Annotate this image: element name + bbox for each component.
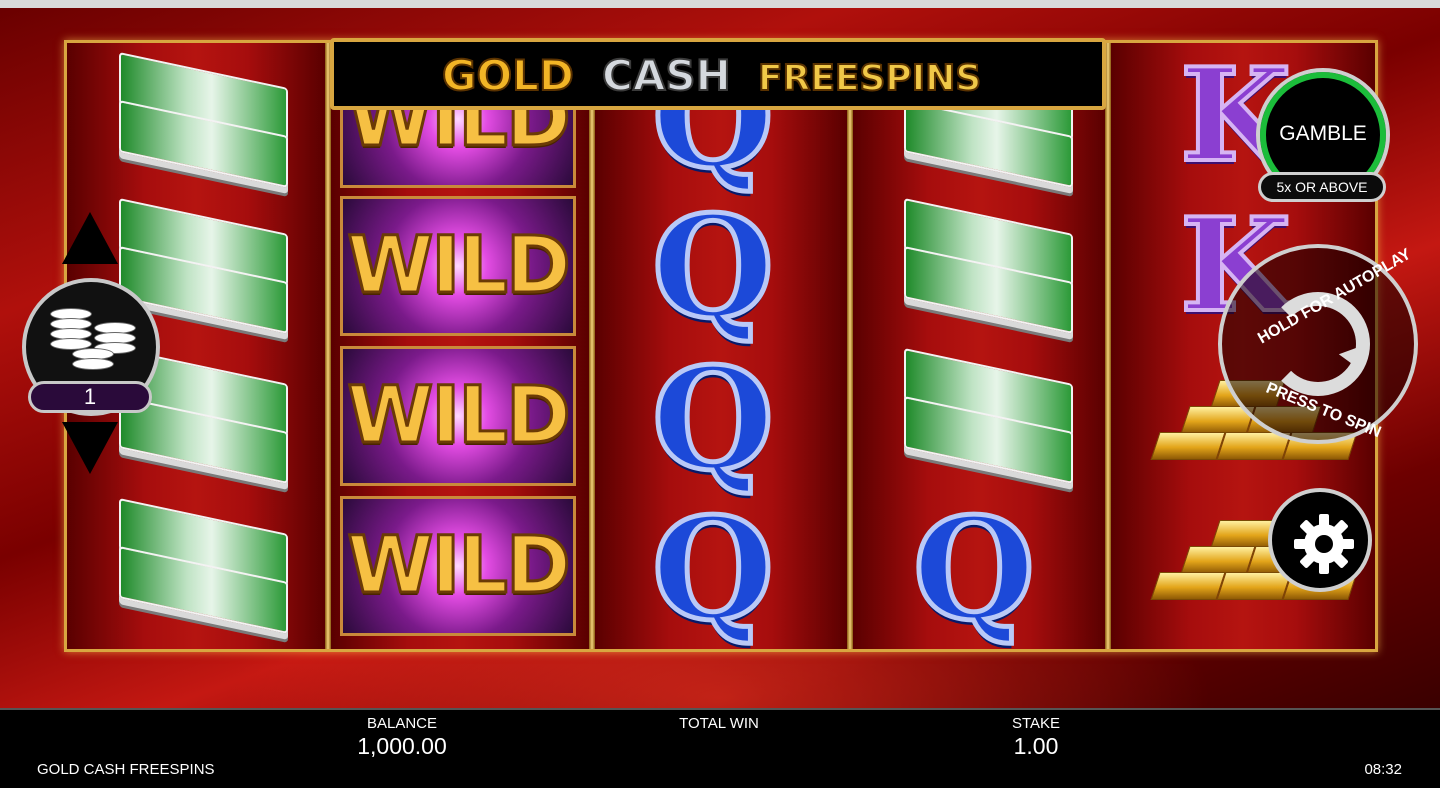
symbol-wild: WILD: [340, 496, 576, 636]
symbol-wild: WILD: [340, 346, 576, 486]
symbol-q: Q: [650, 488, 777, 652]
gamble-label: GAMBLE: [1279, 122, 1367, 145]
symbol-wild: WILD: [340, 196, 576, 336]
gear-icon: [1294, 514, 1354, 574]
wild-text: WILD: [346, 370, 573, 463]
top-strip: [0, 0, 1440, 8]
symbol-cash: [115, 52, 355, 210]
clock: 08:32: [1364, 761, 1402, 778]
symbol-q: Q: [911, 488, 1038, 652]
symbol-cash: [900, 198, 1140, 360]
game-name: GOLD CASH FREESPINS: [37, 761, 215, 778]
settings-button[interactable]: [1268, 488, 1372, 592]
symbol-cash: [115, 348, 355, 510]
game-logo-banner: GOLD CASH FREESPINS: [330, 38, 1106, 110]
stake-increase-arrow-icon[interactable]: [62, 212, 118, 264]
symbol-q: Q: [650, 338, 777, 502]
logo-freespins: FREESPINS: [757, 57, 982, 100]
stake-decrease-arrow-icon[interactable]: [62, 422, 118, 474]
stake-label: STAKE: [1011, 715, 1061, 732]
logo-cash: CASH: [601, 51, 732, 101]
stake-level-value: 1: [28, 381, 152, 413]
balance-value: 1,000.00: [357, 733, 447, 759]
stake-value: 1.00: [1013, 733, 1059, 759]
total-win-label: TOTAL WIN: [679, 715, 759, 732]
balance-label: BALANCE: [366, 715, 438, 732]
symbol-q: Q: [650, 186, 777, 350]
gamble-condition-badge: 5x OR ABOVE: [1258, 172, 1386, 202]
symbol-cash: [115, 498, 355, 660]
wild-text: WILD: [346, 220, 573, 313]
wild-text: WILD: [346, 520, 573, 613]
logo-gold: GOLD: [441, 51, 575, 101]
spin-button[interactable]: HOLD FOR AUTOPLAY PRESS TO SPIN: [1218, 244, 1418, 444]
bottom-bar-divider: [0, 708, 1440, 710]
